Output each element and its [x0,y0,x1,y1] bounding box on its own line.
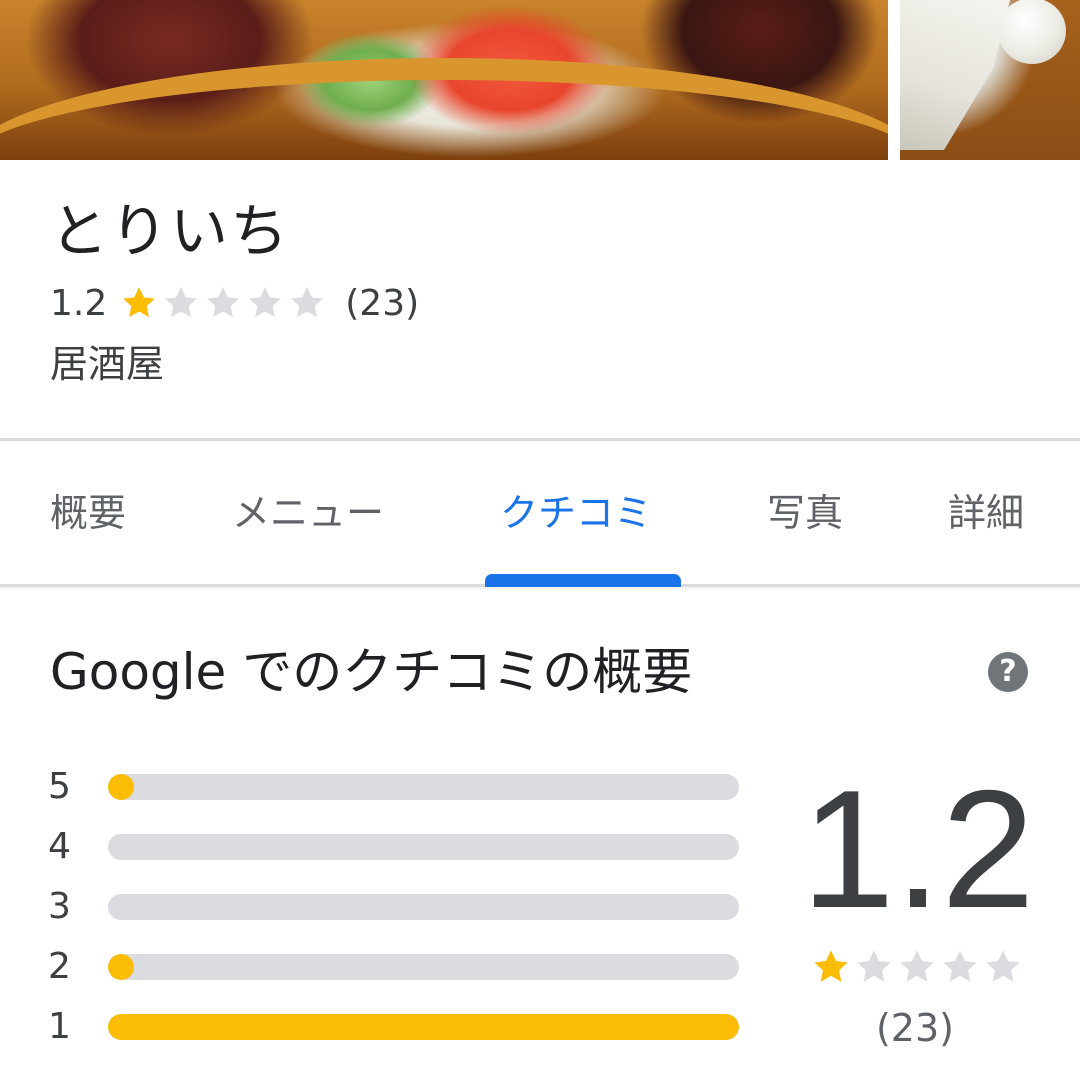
star-empty-icon [857,950,891,982]
average-rating-stars [810,946,1025,988]
rating-bar-row[interactable]: 5 [48,766,739,807]
star-filled-icon [814,950,848,982]
star-empty-icon [900,950,934,982]
tab-reviews[interactable]: クチコミ [500,485,652,541]
rating-bar-label: 1 [48,1006,71,1047]
tab-photos[interactable]: 写真 [767,485,843,541]
average-rating: 1.2 [801,755,1035,943]
star-empty-icon [943,950,977,982]
place-name: とりいち [50,197,291,265]
rating-bar-row[interactable]: 2 [48,946,739,987]
rating-bar-track [108,954,739,980]
tab-overview[interactable]: 概要 [50,485,126,541]
photo-salad[interactable] [0,0,888,160]
rating-bar-fill [108,774,134,800]
photo-detail-ball [998,0,1066,64]
tab-details[interactable]: 詳細 [948,485,1024,541]
tab-bar: 概要 メニュー クチコミ 写真 詳細 [0,441,1080,587]
star-empty-icon [986,950,1020,982]
review-summary-title: Google でのクチコミの概要 [50,643,693,701]
photo-thumbnail[interactable] [900,0,1080,160]
star-filled-icon [123,287,156,317]
rating-bar-label: 5 [48,766,71,807]
rating-bar-row[interactable]: 3 [48,886,739,927]
rating-bar-row[interactable]: 4 [48,826,739,867]
rating-bar-row[interactable]: 1 [48,1006,739,1047]
rating-bar-fill [108,954,134,980]
rating-bar-label: 4 [48,826,71,867]
rating-bar-track [108,774,739,800]
rating-bar-track [108,834,739,860]
photo-detail [900,0,1010,150]
total-review-count[interactable]: (23) [800,1004,1030,1052]
rating-bar-label: 2 [48,946,71,987]
rating-bar-track [108,1014,739,1040]
rating-bar-fill [108,1014,739,1040]
rating-bar-track [108,894,739,920]
rating-value: 1.2 [50,282,108,324]
review-count: (23) [345,282,420,324]
rating-bar-label: 3 [48,886,71,927]
place-category: 居酒屋 [50,342,165,386]
star-empty-icon [249,287,282,317]
star-empty-icon [165,287,198,317]
rating-stars [119,283,329,323]
place-rating-row[interactable]: 1.2 (23) [50,280,419,326]
active-tab-indicator [485,574,681,587]
photo-strip[interactable] [0,0,1080,160]
star-empty-icon [291,287,324,317]
tab-menu[interactable]: メニュー [232,485,384,541]
star-empty-icon [207,287,240,317]
question-circle-icon[interactable]: ? [988,652,1028,692]
